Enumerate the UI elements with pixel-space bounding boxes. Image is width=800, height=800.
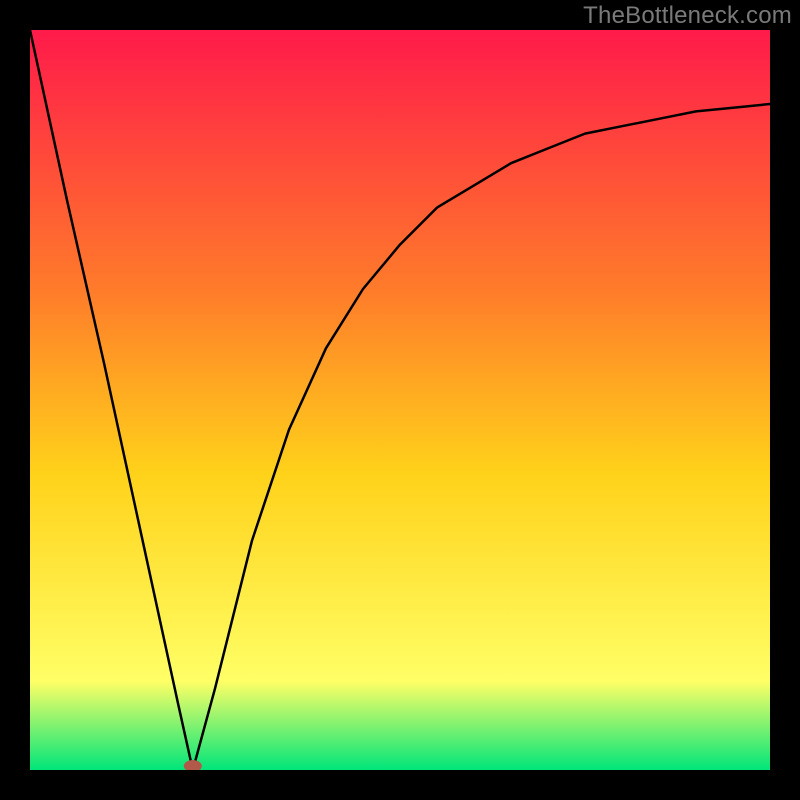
gradient-background bbox=[30, 30, 770, 770]
chart-svg bbox=[30, 30, 770, 770]
plot-area bbox=[30, 30, 770, 770]
chart-container: TheBottleneck.com bbox=[0, 0, 800, 800]
watermark-text: TheBottleneck.com bbox=[583, 2, 792, 30]
